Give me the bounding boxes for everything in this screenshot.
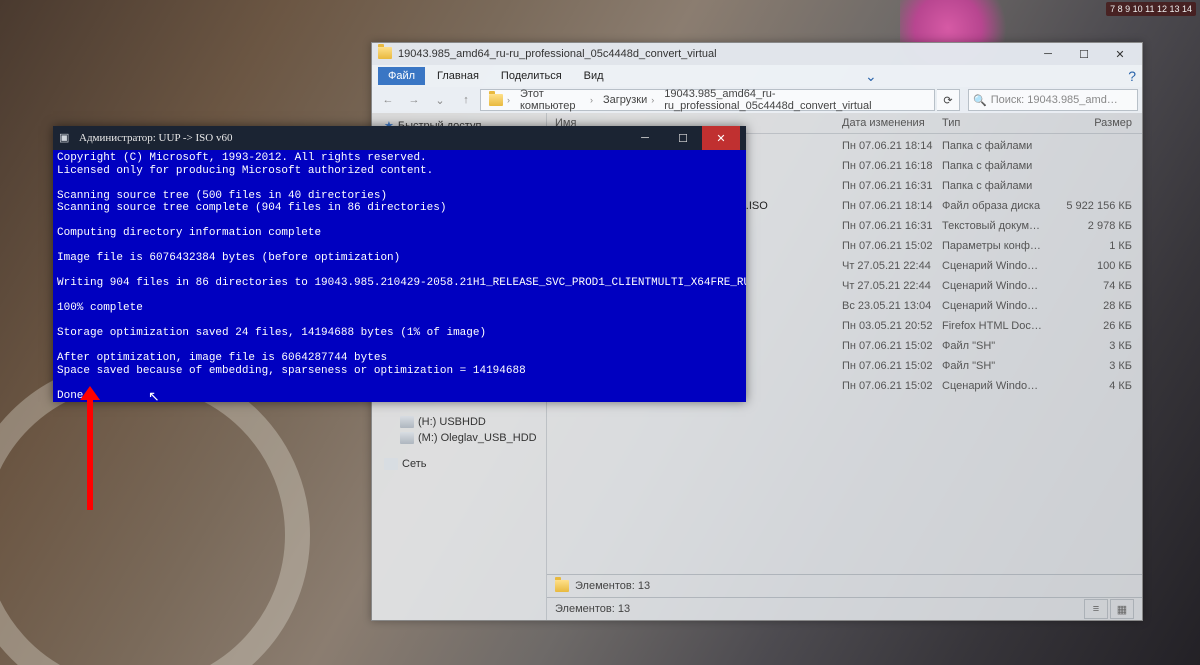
file-size: 4 КБ <box>1052 380 1142 392</box>
nav-back-icon[interactable]: ← <box>376 89 400 111</box>
file-size: 5 922 156 КБ <box>1052 200 1142 212</box>
maximize-button[interactable]: ☐ <box>664 126 702 150</box>
file-date: Пн 07.06.21 15:02 <box>842 380 942 392</box>
drive-icon <box>400 416 414 428</box>
annotation-arrow <box>87 390 93 510</box>
column-date[interactable]: Дата изменения <box>842 117 942 129</box>
breadcrumb-item[interactable]: Этот компьютер› <box>516 88 599 112</box>
tab-share[interactable]: Поделиться <box>491 67 572 85</box>
file-size: 3 КБ <box>1052 340 1142 352</box>
file-date: Пн 03.05.21 20:52 <box>842 320 942 332</box>
view-tiles-icon[interactable]: ▦ <box>1110 599 1134 619</box>
breadcrumb-item[interactable]: 19043.985_amd64_ru-ru_professional_05c44… <box>660 88 930 112</box>
folder-icon <box>378 47 392 61</box>
search-input[interactable]: 🔍 Поиск: 19043.985_amd… <box>968 89 1138 111</box>
file-date: Пн 07.06.21 15:02 <box>842 340 942 352</box>
tab-home[interactable]: Главная <box>427 67 489 85</box>
file-date: Пн 07.06.21 15:02 <box>842 240 942 252</box>
file-size: 100 КБ <box>1052 260 1142 272</box>
file-type: Сценарий Windo… <box>942 260 1052 272</box>
file-type: Файл образа диска <box>942 200 1052 212</box>
file-size: 74 КБ <box>1052 280 1142 292</box>
sidebar-item-label: Сеть <box>402 458 426 470</box>
nav-forward-icon[interactable]: → <box>402 89 426 111</box>
ribbon-tabs: Файл Главная Поделиться Вид ⌄ ? <box>372 65 1142 87</box>
file-size: 2 978 КБ <box>1052 220 1142 232</box>
ribbon-help-icon[interactable]: ? <box>1128 68 1136 84</box>
minimize-button[interactable]: ─ <box>1030 43 1066 65</box>
console-titlebar[interactable]: ▣ Администратор: UUP -> ISO v60 ─ ☐ ✕ <box>53 126 746 150</box>
status-bar: Элементов: 13 <box>547 574 1142 597</box>
file-size: 3 КБ <box>1052 360 1142 372</box>
maximize-button[interactable]: ☐ <box>1066 43 1102 65</box>
console-window: ▣ Администратор: UUP -> ISO v60 ─ ☐ ✕ Co… <box>53 126 746 402</box>
file-size: 28 КБ <box>1052 300 1142 312</box>
file-type: Папка с файлами <box>942 180 1052 192</box>
search-placeholder: Поиск: 19043.985_amd… <box>991 94 1118 106</box>
network-icon <box>384 458 398 470</box>
tab-file[interactable]: Файл <box>378 67 425 85</box>
sidebar-item-drive[interactable]: (M:) Oleglav_USB_HDD <box>374 430 544 446</box>
status-bar-secondary: Элементов: 13 ≡ ▦ <box>547 597 1142 620</box>
file-type: Сценарий Windo… <box>942 300 1052 312</box>
file-date: Пн 07.06.21 16:18 <box>842 160 942 172</box>
explorer-title-text: 19043.985_amd64_ru-ru_professional_05c44… <box>394 48 1030 60</box>
file-date: Чт 27.05.21 22:44 <box>842 260 942 272</box>
file-date: Пн 07.06.21 16:31 <box>842 220 942 232</box>
breadcrumb-item[interactable]: Загрузки› <box>599 94 660 106</box>
breadcrumb[interactable]: › Этот компьютер› Загрузки› 19043.985_am… <box>480 89 935 111</box>
file-size: 1 КБ <box>1052 240 1142 252</box>
ribbon-expand-icon[interactable]: ⌄ <box>865 68 877 85</box>
file-date: Вс 23.05.21 13:04 <box>842 300 942 312</box>
file-size: 26 КБ <box>1052 320 1142 332</box>
file-type: Сценарий Windo… <box>942 380 1052 392</box>
file-type: Текстовый докум… <box>942 220 1052 232</box>
nav-up-icon[interactable]: ↑ <box>454 89 478 111</box>
tab-view[interactable]: Вид <box>574 67 614 85</box>
breadcrumb-root-icon[interactable]: › <box>485 94 516 106</box>
sidebar-item-network[interactable]: Сеть <box>374 456 544 472</box>
close-button[interactable]: ✕ <box>1102 43 1138 65</box>
search-icon: 🔍 <box>973 94 987 107</box>
file-date: Пн 07.06.21 18:14 <box>842 140 942 152</box>
drive-icon <box>400 432 414 444</box>
minimize-button[interactable]: ─ <box>626 126 664 150</box>
address-bar: ← → ⌄ ↑ › Этот компьютер› Загрузки› 1904… <box>372 87 1142 113</box>
wallpaper-wheel <box>0 360 310 665</box>
view-details-icon[interactable]: ≡ <box>1084 599 1108 619</box>
file-type: Папка с файлами <box>942 140 1052 152</box>
sidebar-item-label: (M:) Oleglav_USB_HDD <box>418 432 537 444</box>
file-date: Пн 07.06.21 16:31 <box>842 180 942 192</box>
system-tray: 7 8 9 10 11 12 13 14 <box>1106 2 1196 16</box>
file-date: Пн 07.06.21 15:02 <box>842 360 942 372</box>
sidebar-item-drive[interactable]: (H:) USBHDD <box>374 414 544 430</box>
console-title-text: Администратор: UUP -> ISO v60 <box>79 132 626 144</box>
file-type: Папка с файлами <box>942 160 1052 172</box>
status-text: Элементов: 13 <box>575 580 650 592</box>
file-type: Параметры конф… <box>942 240 1052 252</box>
refresh-button[interactable]: ⟳ <box>937 89 960 111</box>
status-text: Элементов: 13 <box>555 603 630 615</box>
folder-icon <box>555 580 569 592</box>
file-type: Файл "SH" <box>942 360 1052 372</box>
console-output[interactable]: Copyright (C) Microsoft, 1993-2012. All … <box>53 150 746 402</box>
file-type: Сценарий Windo… <box>942 280 1052 292</box>
nav-recent-icon[interactable]: ⌄ <box>428 89 452 111</box>
close-button[interactable]: ✕ <box>702 126 740 150</box>
file-type: Firefox HTML Doc… <box>942 320 1052 332</box>
file-date: Чт 27.05.21 22:44 <box>842 280 942 292</box>
file-date: Пн 07.06.21 18:14 <box>842 200 942 212</box>
column-type[interactable]: Тип <box>942 117 1052 129</box>
column-size[interactable]: Размер <box>1052 117 1142 129</box>
sidebar-item-label: (H:) USBHDD <box>418 416 486 428</box>
cmd-icon: ▣ <box>59 131 73 145</box>
explorer-titlebar[interactable]: 19043.985_amd64_ru-ru_professional_05c44… <box>372 43 1142 65</box>
file-type: Файл "SH" <box>942 340 1052 352</box>
